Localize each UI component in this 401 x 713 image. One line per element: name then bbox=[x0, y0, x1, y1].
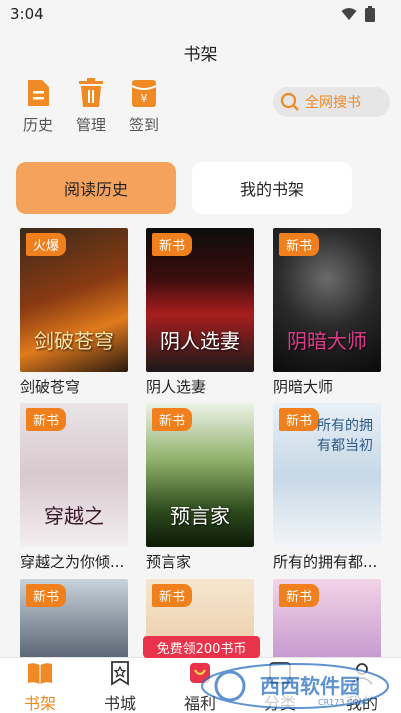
cover-title: 所有的拥有都当初 bbox=[317, 418, 373, 454]
store-icon bbox=[111, 661, 129, 686]
book-cover[interactable]: 火爆 剑破苍穹 bbox=[20, 228, 128, 372]
book-item[interactable]: 新书 预言家 预言家 bbox=[146, 403, 254, 572]
search-all-button[interactable]: 全网搜书 bbox=[273, 87, 390, 117]
trash-icon bbox=[79, 78, 103, 107]
cover-title: 穿越之 bbox=[44, 504, 104, 528]
book-title: 所有的拥有都... bbox=[273, 553, 378, 571]
new-badge: 新书 bbox=[26, 584, 67, 607]
new-badge: 新书 bbox=[279, 233, 320, 256]
wifi-icon bbox=[341, 8, 357, 20]
history-icon bbox=[28, 80, 49, 106]
watermark-sub: CR173.COM bbox=[318, 698, 366, 707]
book-title: 阴暗大师 bbox=[273, 378, 334, 396]
book-item[interactable]: 火爆 剑破苍穹 剑破苍穹 bbox=[20, 228, 128, 397]
book-title: 穿越之为你倾... bbox=[20, 553, 125, 571]
cover-title: 预言家 bbox=[170, 504, 230, 528]
book-item[interactable]: 新书 穿越之 穿越之为你倾... bbox=[20, 403, 128, 572]
new-badge: 新书 bbox=[279, 584, 320, 607]
cover-title: 阴暗大师 bbox=[287, 329, 367, 353]
history-button[interactable]: 历史 bbox=[16, 78, 60, 135]
nav-bookshelf[interactable]: 书架 bbox=[10, 660, 70, 713]
book-title: 剑破苍穹 bbox=[20, 378, 81, 396]
book-title: 预言家 bbox=[146, 553, 192, 571]
cover-title: 剑破苍穹 bbox=[34, 329, 114, 353]
book-cover[interactable]: 新书 所有的拥有都当初 bbox=[273, 403, 381, 547]
tab-reading-history[interactable]: 阅读历史 bbox=[16, 162, 176, 214]
manage-button[interactable]: 管理 bbox=[69, 78, 113, 135]
new-badge: 新书 bbox=[152, 584, 193, 607]
search-label: 全网搜书 bbox=[305, 95, 361, 111]
search-icon bbox=[280, 92, 299, 111]
page-title: 书架 bbox=[183, 45, 218, 65]
new-badge: 新书 bbox=[152, 233, 193, 256]
book-item[interactable]: 新书 所有的拥有都当初 所有的拥有都... bbox=[273, 403, 381, 572]
manage-label: 管理 bbox=[75, 116, 106, 134]
status-icons bbox=[341, 6, 375, 22]
svg-text:¥: ¥ bbox=[141, 92, 148, 105]
book-title: 阴人选妻 bbox=[146, 378, 207, 396]
nav-label: 书城 bbox=[103, 694, 136, 713]
checkin-button[interactable]: ¥ 签到 bbox=[122, 78, 166, 135]
book-cover[interactable]: 新书 预言家 bbox=[146, 403, 254, 547]
watermark-text: 西西软件园 bbox=[260, 674, 360, 698]
nav-bookstore[interactable]: 书城 bbox=[90, 660, 150, 713]
book-item[interactable]: 新书 阴人选妻 阴人选妻 bbox=[146, 228, 254, 397]
checkin-icon: ¥ bbox=[131, 80, 157, 107]
book-cover[interactable]: 新书 阴人选妻 bbox=[146, 228, 254, 372]
status-time: 3:04 bbox=[10, 5, 44, 23]
cover-title: 阴人选妻 bbox=[160, 329, 240, 353]
new-badge: 新书 bbox=[152, 408, 193, 431]
checkin-label: 签到 bbox=[128, 116, 159, 134]
book-cover[interactable]: 新书 阴暗大师 bbox=[273, 228, 381, 372]
tab-my-bookshelf[interactable]: 我的书架 bbox=[192, 162, 352, 214]
history-label: 历史 bbox=[22, 116, 53, 134]
nav-label: 书架 bbox=[23, 694, 56, 713]
book-item[interactable]: 新书 阴暗大师 阴暗大师 bbox=[273, 228, 381, 397]
status-bar: 3:04 bbox=[0, 0, 401, 30]
promo-banner[interactable]: 免费领200书币 bbox=[143, 636, 260, 658]
new-badge: 新书 bbox=[26, 408, 67, 431]
hot-badge: 火爆 bbox=[26, 233, 67, 256]
book-cover[interactable]: 新书 穿越之 bbox=[20, 403, 128, 547]
battery-icon bbox=[365, 6, 375, 22]
book-open-icon bbox=[28, 663, 52, 684]
watermark-logo: 西西软件园 CR173.COM bbox=[201, 663, 389, 709]
